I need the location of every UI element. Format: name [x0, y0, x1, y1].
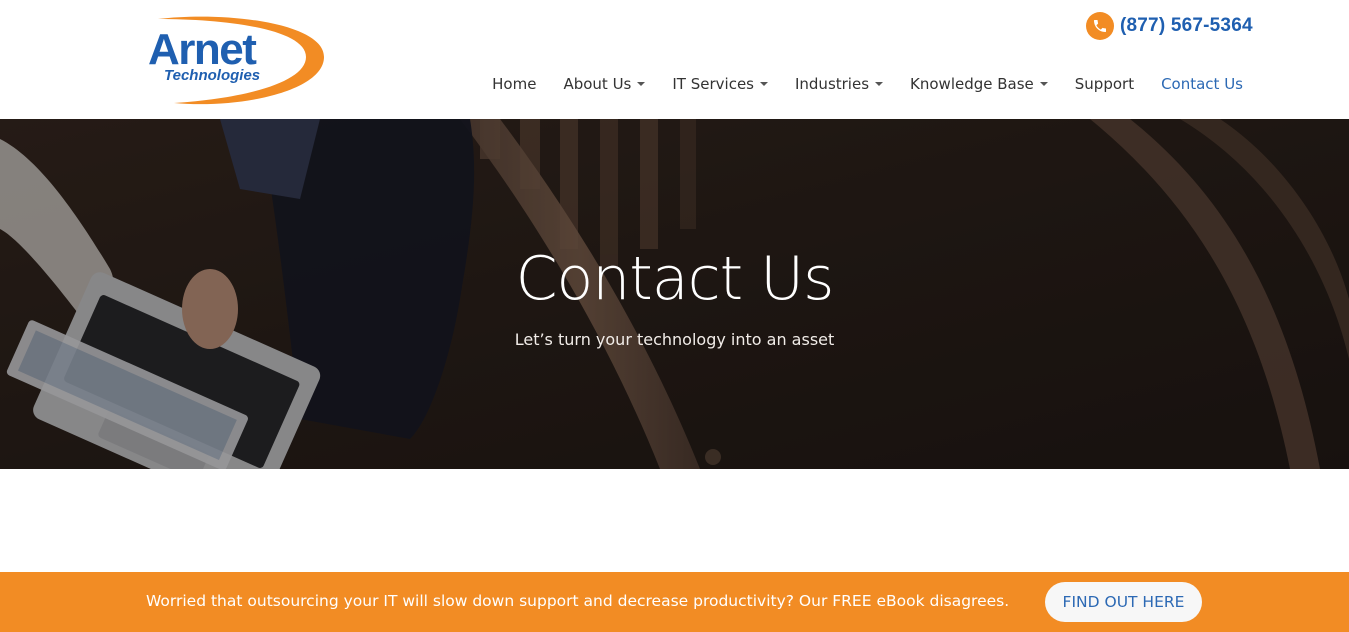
phone-icon — [1086, 12, 1114, 40]
nav-label[interactable]: About Us — [563, 75, 631, 93]
find-out-here-button[interactable]: FIND OUT HERE — [1045, 582, 1202, 622]
nav-item-support[interactable]: Support — [1075, 75, 1134, 93]
caret-down-icon — [1039, 82, 1048, 86]
site-header: Arnet Technologies (877) 567-5364 Home A… — [0, 0, 1349, 119]
nav-label[interactable]: Industries — [795, 75, 869, 93]
nav-label[interactable]: Contact Us — [1161, 75, 1243, 93]
arnet-logo[interactable]: Arnet Technologies — [146, 13, 326, 107]
header-phone-link[interactable]: (877) 567-5364 — [1086, 11, 1253, 41]
promo-text: Worried that outsourcing your IT will sl… — [146, 592, 1010, 610]
caret-down-icon — [875, 82, 884, 86]
nav-item-home[interactable]: Home — [492, 75, 536, 93]
nav-item-contact-us[interactable]: Contact Us — [1161, 75, 1243, 93]
nav-label[interactable]: IT Services — [672, 75, 754, 93]
nav-item-it-services[interactable]: IT Services — [672, 75, 768, 93]
phone-number[interactable]: (877) 567-5364 — [1120, 15, 1253, 37]
nav-label[interactable]: Knowledge Base — [910, 75, 1034, 93]
main-nav: Home About Us IT Services Industries Kno… — [492, 72, 1243, 96]
ebook-promo-banner: Worried that outsourcing your IT will sl… — [0, 572, 1349, 632]
page-subtitle: Let’s turn your technology into an asset — [514, 330, 835, 349]
hero-banner: Contact Us Let’s turn your technology in… — [0, 119, 1349, 469]
logo-text-technologies: Technologies — [164, 67, 260, 84]
caret-down-icon — [759, 82, 768, 86]
nav-item-knowledge-base[interactable]: Knowledge Base — [910, 75, 1048, 93]
nav-label[interactable]: Support — [1075, 75, 1134, 93]
page-title: Contact Us — [515, 244, 835, 314]
nav-item-industries[interactable]: Industries — [795, 75, 884, 93]
caret-down-icon — [637, 82, 646, 86]
nav-label[interactable]: Home — [492, 75, 536, 93]
arnet-swoosh-logo-icon: Arnet Technologies — [148, 16, 324, 105]
nav-item-about-us[interactable]: About Us — [563, 75, 646, 93]
